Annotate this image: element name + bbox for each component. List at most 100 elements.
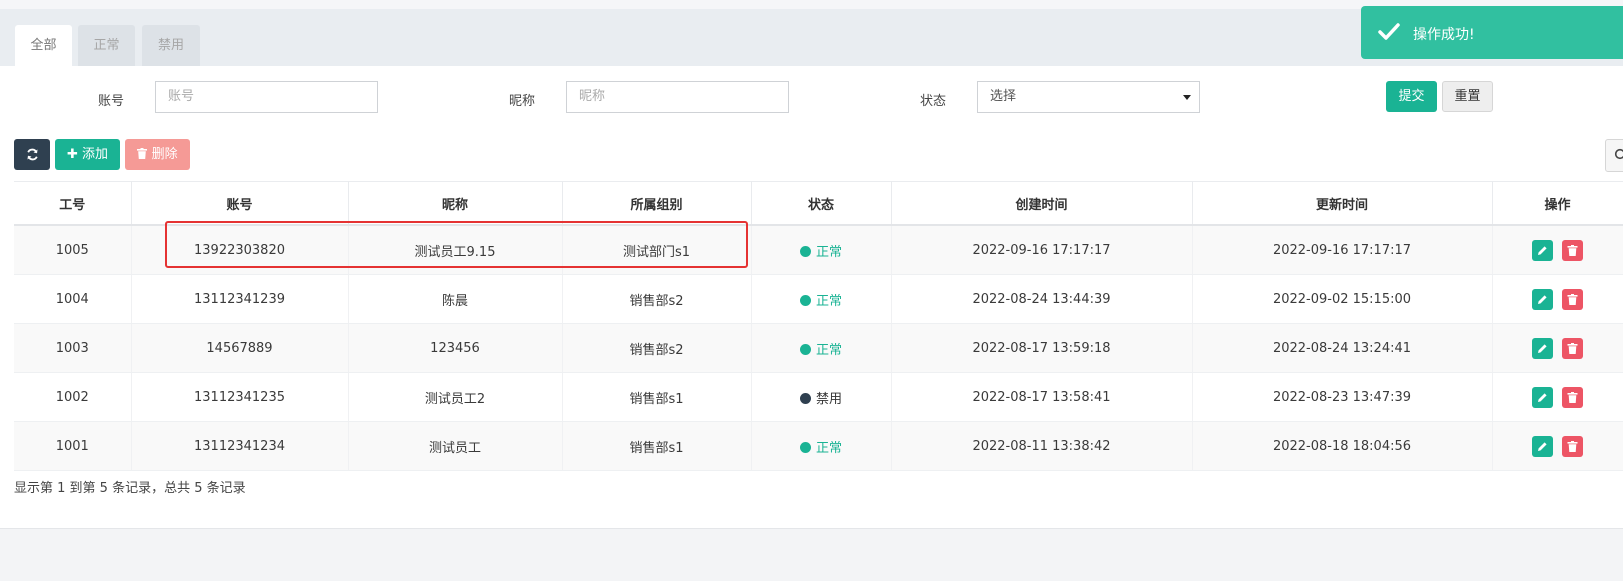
table-row[interactable]: 1003 14567889 123456 销售部s2 正常 2022-08-17… xyxy=(14,323,1623,373)
tab-disabled[interactable]: 禁用 xyxy=(142,25,200,66)
pagination-info: 显示第 1 到第 5 条记录，总共 5 条记录 xyxy=(14,481,246,496)
cell-account: 13112341239 xyxy=(131,274,349,324)
plus-icon: ✚ xyxy=(66,147,78,162)
col-header-created[interactable]: 创建时间 xyxy=(891,181,1193,226)
success-toast: 操作成功! xyxy=(1361,6,1623,59)
caret-down-icon xyxy=(1183,95,1191,100)
cell-updated: 2022-08-23 13:47:39 xyxy=(1192,372,1493,422)
status-label: 状态 xyxy=(920,94,947,109)
cell-status: 禁用 xyxy=(751,372,892,422)
nickname-input[interactable]: 昵称 xyxy=(566,81,789,113)
cell-group: 销售部s1 xyxy=(562,372,752,422)
cell-status: 正常 xyxy=(751,274,892,324)
tab-all[interactable]: 全部 xyxy=(15,25,72,66)
add-button[interactable]: ✚ 添加 xyxy=(55,139,120,170)
status-dot-icon xyxy=(799,392,811,404)
edit-button[interactable] xyxy=(1532,239,1554,261)
refresh-button[interactable] xyxy=(14,139,50,170)
delete-row-button[interactable] xyxy=(1561,239,1583,261)
cell-nickname: 测试员工2 xyxy=(348,372,563,422)
cell-created: 2022-09-16 17:17:17 xyxy=(891,225,1193,275)
status-text: 正常 xyxy=(815,440,842,456)
status-dot-icon xyxy=(799,441,811,453)
cell-id: 1004 xyxy=(14,274,132,324)
trash-icon xyxy=(1567,293,1578,305)
col-header-actions: 操作 xyxy=(1492,181,1623,226)
pencil-icon xyxy=(1538,245,1548,255)
table-row[interactable]: 1001 13112341234 测试员工 销售部s1 正常 2022-08-1… xyxy=(14,421,1623,471)
pencil-icon xyxy=(1538,294,1548,304)
edit-button[interactable] xyxy=(1532,288,1554,310)
cell-updated: 2022-08-18 18:04:56 xyxy=(1192,421,1493,471)
delete-row-button[interactable] xyxy=(1561,288,1583,310)
col-header-account[interactable]: 账号 xyxy=(131,181,349,226)
status-select[interactable]: 选择 xyxy=(977,81,1200,113)
status-select-value: 选择 xyxy=(990,89,1017,104)
col-header-status[interactable]: 状态 xyxy=(751,181,892,226)
status-text: 禁用 xyxy=(815,391,842,407)
cell-group: 销售部s2 xyxy=(562,274,752,324)
cell-created: 2022-08-17 13:59:18 xyxy=(891,323,1193,373)
col-header-updated[interactable]: 更新时间 xyxy=(1192,181,1493,226)
trash-icon xyxy=(1567,440,1578,452)
page-footer xyxy=(0,528,1623,581)
cell-id: 1003 xyxy=(14,323,132,373)
status-dot-icon xyxy=(799,343,811,355)
col-header-id[interactable]: 工号 xyxy=(14,181,132,226)
trash-icon xyxy=(1567,244,1578,256)
pencil-icon xyxy=(1538,343,1548,353)
checkmark-icon xyxy=(1378,23,1400,40)
cell-account: 13112341235 xyxy=(131,372,349,422)
cell-nickname: 陈晨 xyxy=(348,274,563,324)
account-label: 账号 xyxy=(98,94,125,109)
account-input[interactable]: 账号 xyxy=(155,81,378,113)
trash-icon xyxy=(1567,391,1578,403)
cell-status: 正常 xyxy=(751,421,892,471)
cell-group: 销售部s2 xyxy=(562,323,752,373)
trash-icon xyxy=(137,147,151,162)
refresh-icon xyxy=(26,148,38,161)
cell-account: 13112341234 xyxy=(131,421,349,471)
edit-button[interactable] xyxy=(1532,386,1554,408)
delete-button[interactable]: 删除 xyxy=(125,139,190,170)
cell-actions xyxy=(1492,372,1623,422)
search-toggle-button[interactable] xyxy=(1605,139,1623,172)
cell-status: 正常 xyxy=(751,225,892,275)
cell-nickname: 123456 xyxy=(348,323,563,373)
cell-updated: 2022-08-24 13:24:41 xyxy=(1192,323,1493,373)
cell-created: 2022-08-24 13:44:39 xyxy=(891,274,1193,324)
edit-button[interactable] xyxy=(1532,435,1554,457)
table-header-row: 工号 账号 昵称 所属组别 状态 创建时间 更新时间 操作 xyxy=(14,181,1623,226)
status-dot-icon xyxy=(799,245,811,257)
cell-updated: 2022-09-02 15:15:00 xyxy=(1192,274,1493,324)
cell-id: 1001 xyxy=(14,421,132,471)
delete-row-button[interactable] xyxy=(1561,386,1583,408)
cell-updated: 2022-09-16 17:17:17 xyxy=(1192,225,1493,275)
table-row[interactable]: 1002 13112341235 测试员工2 销售部s1 禁用 2022-08-… xyxy=(14,372,1623,422)
cell-created: 2022-08-11 13:38:42 xyxy=(891,421,1193,471)
cell-actions xyxy=(1492,225,1623,275)
delete-row-button[interactable] xyxy=(1561,337,1583,359)
cell-id: 1005 xyxy=(14,225,132,275)
highlight-box xyxy=(165,221,748,268)
cell-actions xyxy=(1492,421,1623,471)
col-header-group[interactable]: 所属组别 xyxy=(562,181,752,226)
tab-normal[interactable]: 正常 xyxy=(78,25,135,66)
search-icon xyxy=(1614,148,1623,160)
cell-status: 正常 xyxy=(751,323,892,373)
status-text: 正常 xyxy=(815,293,842,309)
pencil-icon xyxy=(1538,441,1548,451)
table-row[interactable]: 1004 13112341239 陈晨 销售部s2 正常 2022-08-24 … xyxy=(14,274,1623,324)
add-label: 添加 xyxy=(82,147,109,162)
pencil-icon xyxy=(1538,392,1548,402)
edit-button[interactable] xyxy=(1532,337,1554,359)
status-text: 正常 xyxy=(815,244,842,260)
cell-actions xyxy=(1492,323,1623,373)
trash-icon xyxy=(1567,342,1578,354)
delete-row-button[interactable] xyxy=(1561,435,1583,457)
submit-button[interactable]: 提交 xyxy=(1386,81,1437,112)
reset-button[interactable]: 重置 xyxy=(1442,81,1493,112)
cell-created: 2022-08-17 13:58:41 xyxy=(891,372,1193,422)
cell-account: 14567889 xyxy=(131,323,349,373)
col-header-nickname[interactable]: 昵称 xyxy=(348,181,563,226)
